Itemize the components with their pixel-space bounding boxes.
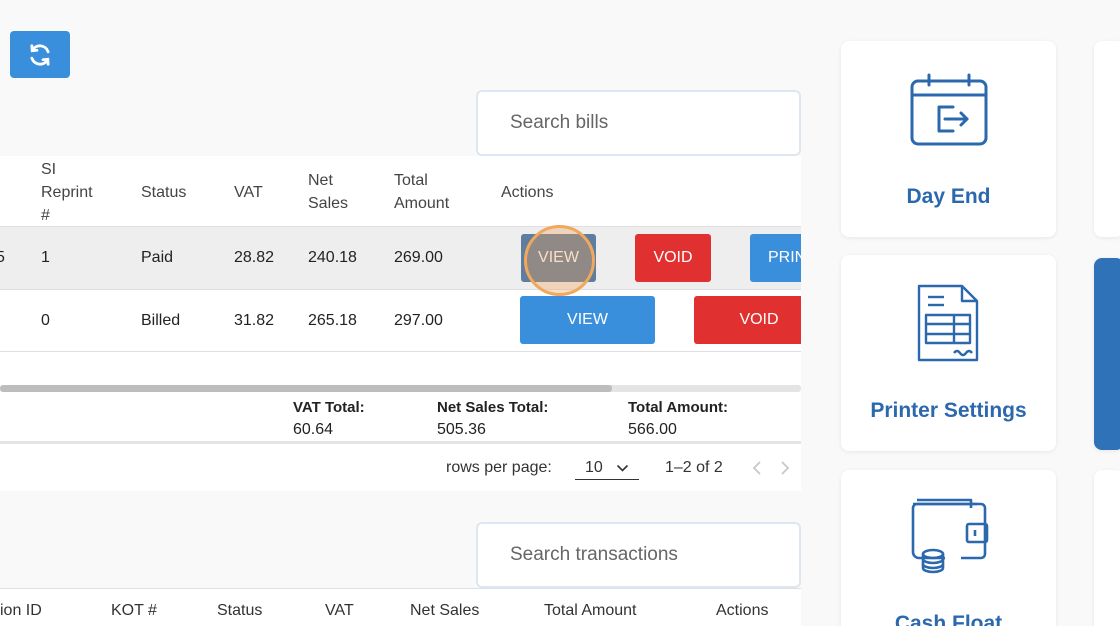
horizontal-scrollbar[interactable] — [0, 385, 801, 392]
row1-total: 269.00 — [394, 249, 443, 266]
tx-header-id: ion ID — [0, 602, 42, 619]
tx-header-vat: VAT — [325, 602, 354, 619]
partial-card[interactable] — [1094, 41, 1120, 237]
total-amount-value: 566.00 — [628, 421, 677, 438]
search-bills-input[interactable]: Search bills — [476, 90, 801, 156]
header-si-line3: # — [41, 207, 50, 224]
calendar-exit-icon — [910, 73, 988, 146]
net-sales-total-value: 505.36 — [437, 421, 486, 438]
net-sales-total-label: Net Sales Total: — [437, 399, 549, 416]
row1-si-reprint: 1 — [41, 249, 50, 266]
totals-divider — [0, 441, 801, 444]
header-net-line1: Net — [308, 172, 333, 189]
row1-vat: 28.82 — [234, 249, 275, 266]
tx-header-status: Status — [217, 602, 263, 619]
print-button[interactable]: PRIN — [750, 234, 801, 282]
row2-status: Billed — [141, 312, 181, 329]
day-end-card[interactable]: Day End — [841, 41, 1056, 237]
click-indicator — [524, 225, 595, 296]
printer-settings-card[interactable]: Printer Settings — [841, 255, 1056, 451]
row2-si-reprint: 0 — [41, 312, 50, 329]
tx-header-net-sales: Net Sales — [410, 602, 480, 619]
header-actions: Actions — [501, 184, 554, 201]
header-total-line2: Amount — [394, 195, 450, 212]
wallet-coins-icon — [911, 498, 989, 574]
header-si-line1: SI — [41, 161, 57, 178]
header-net-sales: Net Sales — [308, 169, 348, 215]
row-divider — [0, 289, 801, 290]
scrollbar-thumb[interactable] — [0, 385, 612, 392]
refresh-icon — [30, 43, 50, 66]
tx-header-actions: Actions — [716, 602, 769, 619]
view-button[interactable]: VIEW — [520, 296, 655, 344]
header-si-line2: Reprint — [41, 184, 93, 201]
header-status: Status — [141, 184, 187, 201]
search-transactions-placeholder: Search transactions — [510, 544, 678, 565]
receipt-icon — [917, 284, 979, 362]
bills-table: SI Reprint # Status VAT Net Sales Total … — [0, 156, 801, 491]
printer-settings-label: Printer Settings — [870, 399, 1027, 422]
row2-net-sales: 265.18 — [308, 312, 357, 329]
tx-header-total-amount: Total Amount — [544, 602, 637, 619]
header-net-line2: Sales — [308, 195, 349, 212]
row2-total: 297.00 — [394, 312, 443, 329]
search-transactions-input[interactable]: Search transactions — [476, 522, 801, 588]
rows-per-page-select[interactable]: 10 — [575, 456, 639, 480]
header-si-reprint: SI Reprint # — [41, 158, 93, 227]
refresh-button[interactable] — [10, 31, 70, 78]
void-button[interactable]: VOID — [635, 234, 711, 282]
search-bills-placeholder: Search bills — [510, 112, 609, 133]
rows-per-page-value: 10 — [585, 459, 603, 476]
void-button[interactable]: VOID — [694, 296, 801, 344]
row-divider — [0, 351, 801, 352]
transactions-top-border — [0, 588, 801, 589]
chevron-down-icon — [616, 464, 629, 472]
total-amount-label: Total Amount: — [628, 399, 728, 416]
row1-net-sales: 240.18 — [308, 249, 357, 266]
day-end-label: Day End — [906, 185, 991, 208]
header-total-amount: Total Amount — [394, 169, 449, 215]
partial-card-active[interactable] — [1094, 258, 1120, 450]
vat-total-value: 60.64 — [293, 421, 334, 438]
rows-per-page-label: rows per page: — [446, 459, 552, 476]
row1-status: Paid — [141, 249, 174, 266]
tx-header-kot: KOT # — [111, 602, 157, 619]
header-total-line1: Total — [394, 172, 428, 189]
header-vat: VAT — [234, 184, 263, 201]
next-page-icon[interactable] — [779, 460, 791, 476]
pagination-range: 1–2 of 2 — [665, 459, 723, 476]
cash-float-card[interactable]: Cash Float — [841, 470, 1056, 626]
cash-float-label: Cash Float — [894, 612, 1003, 626]
row2-vat: 31.82 — [234, 312, 275, 329]
prev-page-icon[interactable] — [751, 460, 763, 476]
row1-cut-cell: 5 — [0, 249, 5, 266]
vat-total-label: VAT Total: — [293, 399, 365, 416]
partial-card[interactable] — [1094, 470, 1120, 626]
